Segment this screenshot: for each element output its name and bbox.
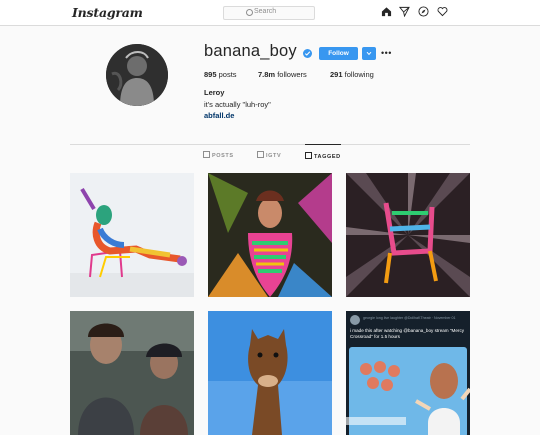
tab-igtv[interactable]: IGTV bbox=[257, 146, 281, 159]
tab-posts[interactable]: POSTS bbox=[203, 146, 234, 159]
profile-full-name: Leroy bbox=[204, 88, 225, 97]
post-image bbox=[208, 311, 332, 435]
follow-button[interactable]: Follow bbox=[319, 47, 358, 60]
post-image bbox=[346, 173, 470, 297]
post-image bbox=[208, 173, 332, 297]
post-tweet-screenshot[interactable]: georgie long live laughter @DollhaKTheat… bbox=[346, 311, 470, 435]
activity-heart-icon[interactable] bbox=[437, 6, 448, 17]
posts-count-stat: 895 posts bbox=[204, 70, 237, 79]
suggestions-dropdown-button[interactable] bbox=[362, 47, 376, 60]
instagram-logo[interactable]: Instagram bbox=[72, 5, 143, 20]
more-options-icon[interactable]: ••• bbox=[381, 48, 392, 58]
igtv-icon bbox=[257, 151, 264, 158]
post-rainbow-chair-dark[interactable] bbox=[346, 173, 470, 297]
grid-icon bbox=[203, 151, 210, 158]
tabs-divider bbox=[70, 144, 470, 145]
post-horse-blue-sky[interactable] bbox=[208, 311, 332, 435]
home-icon[interactable] bbox=[381, 6, 392, 17]
followers-count-stat[interactable]: 7.8m followers bbox=[258, 70, 307, 79]
profile-bio: it's actually "luh-roy" bbox=[204, 100, 271, 109]
post-colorful-figure-on-chair[interactable] bbox=[70, 173, 194, 297]
tweet-author: georgie long live laughter @DollhaKTheat… bbox=[363, 316, 456, 320]
profile-username: banana_boy bbox=[204, 42, 297, 60]
post-image bbox=[70, 173, 194, 297]
search-icon bbox=[246, 9, 253, 16]
post-woman-in-rainbow-outfit[interactable] bbox=[208, 173, 332, 297]
tweet-text: i made this after watching @banana_boy s… bbox=[350, 328, 465, 339]
profile-website-link[interactable]: abfall.de bbox=[204, 111, 234, 120]
post-image bbox=[70, 311, 194, 435]
tab-tagged[interactable]: TAGGED bbox=[305, 144, 341, 160]
avatar-photo bbox=[106, 44, 168, 106]
chevron-down-icon bbox=[366, 51, 372, 56]
following-count-stat[interactable]: 291 following bbox=[330, 70, 374, 79]
top-navigation-bar: Instagram Search bbox=[0, 0, 540, 26]
direct-icon[interactable] bbox=[399, 6, 410, 17]
profile-avatar[interactable] bbox=[106, 44, 168, 106]
tag-icon bbox=[305, 152, 312, 159]
explore-icon[interactable] bbox=[418, 6, 429, 17]
search-placeholder: Search bbox=[254, 8, 277, 15]
search-input[interactable]: Search bbox=[223, 6, 315, 20]
post-two-people-car[interactable] bbox=[70, 311, 194, 435]
verified-badge-icon bbox=[303, 49, 312, 58]
